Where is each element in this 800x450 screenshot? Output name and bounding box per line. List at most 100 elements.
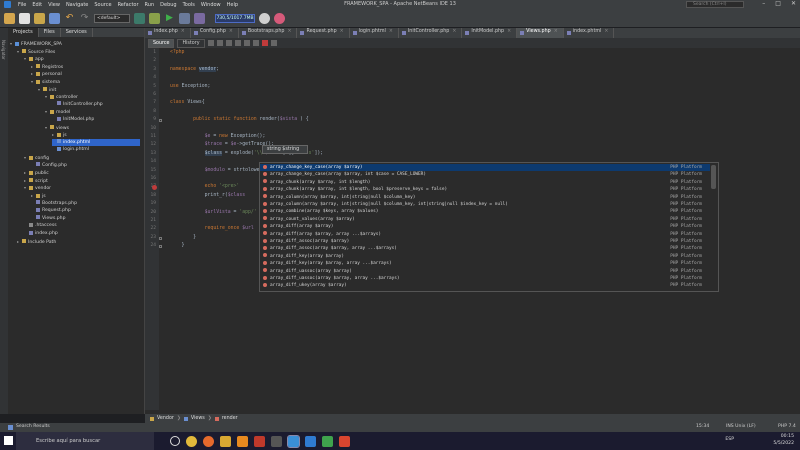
profile-icon[interactable] [194, 12, 205, 24]
editor-tab[interactable]: login.phtml × [350, 28, 399, 38]
completion-item[interactable]: array_change_key_case(array $array, int … [260, 171, 710, 178]
breadcrumb-item[interactable]: Vendor [157, 416, 174, 421]
tree-item[interactable]: ▾ Source Files [17, 48, 55, 55]
ide-search-input[interactable]: Search (Ctrl+I) [686, 1, 744, 8]
redo-icon[interactable]: ↷ [79, 12, 90, 24]
tree-item[interactable]: InitModel.php [52, 116, 94, 123]
task-view-icon[interactable] [170, 436, 180, 446]
code-line[interactable]: $e = new Exception(); [170, 133, 266, 141]
completion-item[interactable]: array_combine(array $keys, array $values… [260, 208, 710, 215]
debug-icon[interactable] [179, 12, 190, 24]
configuration-select[interactable]: <default> [94, 13, 130, 23]
completion-item[interactable]: array_chunk(array $array, int $length) PH… [260, 179, 710, 186]
menu-file[interactable]: File [18, 2, 26, 8]
code-line[interactable]: print_r($class [170, 192, 245, 200]
breadcrumb-item[interactable]: Views [191, 416, 205, 421]
tree-item[interactable]: Request.php [31, 207, 71, 214]
editor-tab[interactable]: InitModel.php × [462, 28, 518, 38]
tree-item[interactable]: Views.php [31, 215, 66, 222]
code-line[interactable]: <?php [170, 49, 184, 57]
tree-item[interactable]: ▾ app [24, 55, 44, 62]
language-indicator[interactable]: ESP [725, 436, 734, 443]
tree-item[interactable]: Config.php [31, 162, 67, 169]
tree-item[interactable]: ▾ model [45, 108, 70, 115]
breadcrumb-item[interactable]: render [222, 416, 238, 421]
new-project-icon[interactable] [4, 12, 15, 24]
fold-marker-icon[interactable] [159, 119, 162, 123]
profiler-icon[interactable] [274, 12, 285, 24]
tree-item[interactable]: ▾ controller [45, 93, 78, 100]
back-icon[interactable] [207, 40, 214, 46]
gc-icon[interactable] [259, 12, 270, 24]
tree-item[interactable]: ▸ js [31, 192, 46, 199]
completion-item[interactable]: array_diff_ukey(array $array) PHP Platfor… [260, 282, 710, 289]
editor-tab[interactable]: index.php × [145, 28, 191, 38]
editor-tab[interactable]: index.phtml × [564, 28, 615, 38]
tree-item[interactable]: ▸ Registros [31, 63, 63, 70]
navigator-label[interactable]: Navigator [1, 40, 6, 60]
tab-source[interactable]: Source [148, 38, 175, 48]
completion-item[interactable]: array_diff_key(array $array) PHP Platform [260, 253, 710, 260]
open-project-icon[interactable] [34, 12, 45, 24]
minimize-icon[interactable]: – [762, 0, 765, 7]
tab-files[interactable]: Files [39, 28, 61, 37]
menu-view[interactable]: View [48, 2, 60, 8]
tree-item[interactable]: InitController.php [52, 101, 103, 108]
netbeans-icon[interactable] [287, 434, 300, 448]
tree-item[interactable]: ▸ script [24, 177, 48, 184]
close-tab-icon[interactable]: × [554, 29, 558, 34]
editor-tab[interactable]: Request.php × [297, 28, 350, 38]
completion-item[interactable]: array_diff_assoc(array $array, array ...… [260, 245, 710, 252]
close-tab-icon[interactable]: × [229, 29, 233, 34]
code-line[interactable]: use Exception; [170, 83, 210, 91]
tree-item[interactable]: login.phtml [52, 146, 89, 153]
memory-indicator[interactable]: 730,5/1017.7MB [215, 13, 255, 23]
completion-item[interactable]: array_chunk(array $array, int $length, b… [260, 186, 710, 193]
editor-tab[interactable]: InitController.php × [399, 28, 463, 38]
toggle-bookmark-icon[interactable] [234, 40, 241, 46]
editor-tab[interactable]: Views.php × [517, 28, 564, 38]
clock-date[interactable]: 5/5/2022 [773, 440, 794, 447]
comment-icon[interactable] [270, 40, 277, 46]
app-icon[interactable] [322, 435, 333, 447]
completion-scrollbar[interactable] [711, 165, 716, 189]
tab-services[interactable]: Services [61, 28, 93, 37]
completion-item[interactable]: array_column(array $array, int|string|nu… [260, 194, 710, 201]
code-line[interactable]: } [170, 242, 185, 250]
file-explorer-icon[interactable] [220, 435, 231, 447]
close-tab-icon[interactable]: × [507, 29, 511, 34]
menu-debug[interactable]: Debug [160, 2, 176, 8]
tab-history[interactable]: History [177, 38, 205, 48]
tree-item[interactable]: ▾ vendor [24, 184, 51, 191]
menu-help[interactable]: Help [227, 2, 238, 8]
close-tab-icon[interactable]: × [181, 29, 185, 34]
menu-navigate[interactable]: Navigate [66, 2, 88, 8]
close-tab-icon[interactable]: × [452, 29, 456, 34]
shift-right-icon[interactable] [252, 40, 259, 46]
menu-window[interactable]: Window [201, 2, 221, 8]
tree-item[interactable]: .htaccess [24, 222, 57, 229]
code-line[interactable]: $trace = $e->getTrace(); [170, 141, 274, 149]
tree-item[interactable]: ▸ js [52, 131, 67, 138]
completion-item[interactable]: array_diff_uassoc(array $array, array ..… [260, 275, 710, 282]
taskbar-search-input[interactable]: Escribe aquí para buscar [16, 432, 154, 450]
code-line[interactable]: } [170, 234, 196, 242]
close-tab-icon[interactable]: × [340, 29, 344, 34]
shift-left-icon[interactable] [243, 40, 250, 46]
menu-source[interactable]: Source [94, 2, 111, 8]
tab-projects[interactable]: Projects [8, 28, 39, 37]
forward-icon[interactable] [216, 40, 223, 46]
menu-tools[interactable]: Tools [183, 2, 195, 8]
tree-item[interactable]: ▾ sistema [31, 78, 60, 85]
tree-item[interactable]: index.php [24, 230, 58, 237]
firefox-icon[interactable] [203, 435, 214, 447]
tree-item[interactable]: ▸ public [24, 169, 49, 176]
search-results-tab[interactable]: Search Results [16, 424, 50, 429]
fold-marker-icon[interactable] [159, 245, 162, 249]
clock-time[interactable]: 00:15 [773, 433, 794, 440]
new-file-icon[interactable] [19, 12, 30, 24]
tree-item[interactable]: ▾ FRAMEWORK_SPA [10, 40, 62, 47]
completion-item[interactable]: array_diff_uassoc(array $array) PHP Platf… [260, 268, 710, 275]
save-all-icon[interactable] [49, 12, 60, 24]
undo-icon[interactable]: ↶ [64, 12, 75, 24]
